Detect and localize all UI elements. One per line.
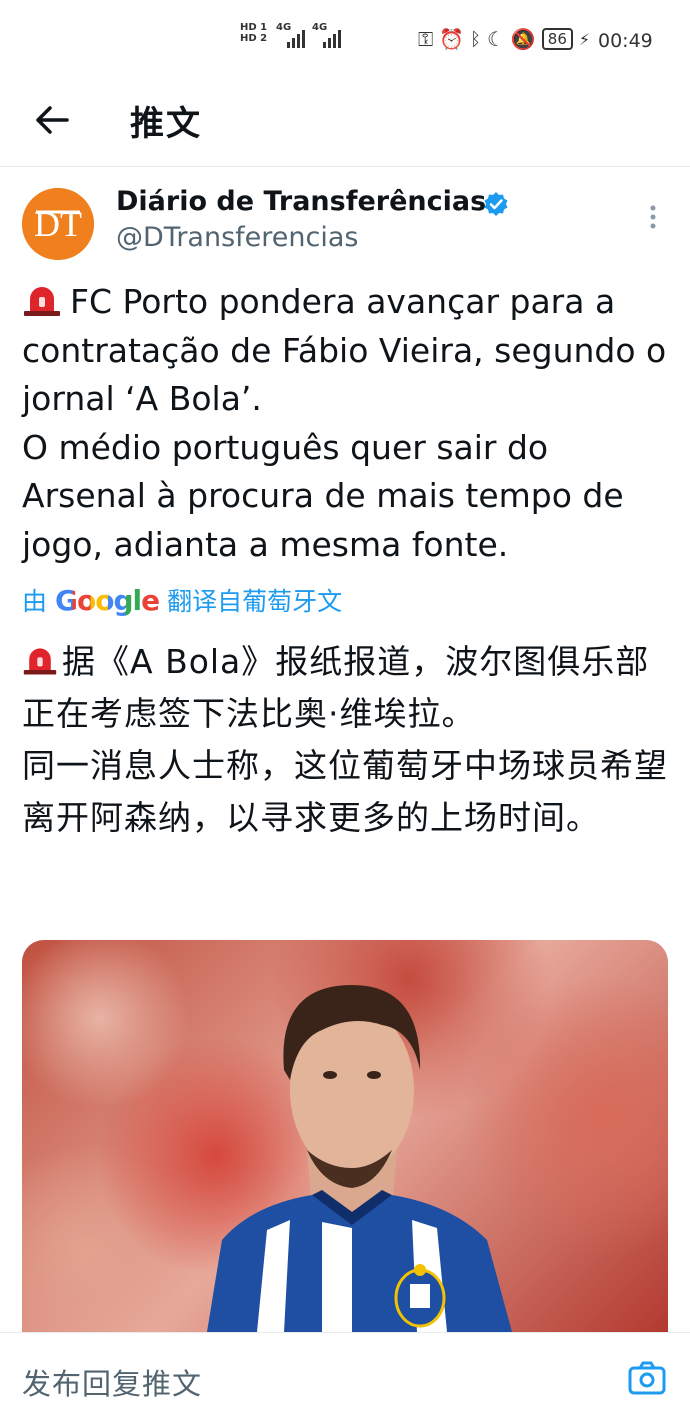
mute-icon: 🔕 xyxy=(510,27,536,51)
reply-bar: 发布回复推文 xyxy=(0,1332,690,1424)
verified-badge-icon xyxy=(483,191,509,217)
author-name[interactable]: Diário de Transferências xyxy=(116,186,486,217)
translated-body: 据《A Bola》报纸报道，波尔图俱乐部正在考虑签下法比奥·维埃拉。 同一消息人… xyxy=(22,642,668,837)
key-icon: ⚿ xyxy=(418,27,434,51)
tweet-text: FC Porto pondera avançar para a contrata… xyxy=(22,278,672,569)
status-bar: HD 1 HD 2 4G 4G ⚿ ⏰ ᛒ ☾ 🔕 86 ⚡ 00:49 xyxy=(0,0,690,84)
bluetooth-icon: ᛒ xyxy=(470,28,481,50)
page-title: 推文 xyxy=(130,104,202,144)
player-photo-illustration xyxy=(207,985,512,1332)
author-handle[interactable]: @DTransferencias xyxy=(116,222,358,253)
sim-indicator: HD 1 HD 2 xyxy=(240,22,268,44)
avatar-logo-text: DT xyxy=(34,204,82,244)
alarm-icon: ⏰ xyxy=(439,27,465,51)
google-logo: Google xyxy=(55,583,160,617)
tweet-body: FC Porto pondera avançar para a contrata… xyxy=(22,282,667,564)
translate-prefix: 由 xyxy=(22,587,48,616)
translate-suffix: 翻译自葡萄牙文 xyxy=(167,587,343,616)
signal-icon xyxy=(287,28,305,48)
siren-icon xyxy=(24,287,60,316)
battery-level: 86 xyxy=(541,28,573,50)
avatar[interactable]: DT xyxy=(22,188,94,260)
camera-icon[interactable] xyxy=(628,1361,666,1395)
signal-icon xyxy=(323,28,341,48)
moon-icon: ☾ xyxy=(486,27,505,51)
more-options-icon[interactable] xyxy=(645,204,661,230)
google-wordmark: Google xyxy=(55,583,160,617)
status-icons: ⚿ ⏰ ᛒ ☾ 🔕 86 ⚡ xyxy=(418,27,590,51)
charging-icon: ⚡ xyxy=(578,29,591,49)
translation-attribution[interactable]: 由 Google 翻译自葡萄牙文 xyxy=(22,580,342,620)
siren-icon xyxy=(23,648,57,675)
translated-tweet-text: 据《A Bola》报纸报道，波尔图俱乐部正在考虑签下法比奥·维埃拉。 同一消息人… xyxy=(22,636,672,844)
reply-input[interactable]: 发布回复推文 xyxy=(22,1361,202,1403)
tweet-photo[interactable] xyxy=(22,940,668,1332)
back-arrow-icon[interactable] xyxy=(30,98,74,142)
clock: 00:49 xyxy=(598,30,653,52)
top-app-bar: 推文 xyxy=(0,84,690,167)
